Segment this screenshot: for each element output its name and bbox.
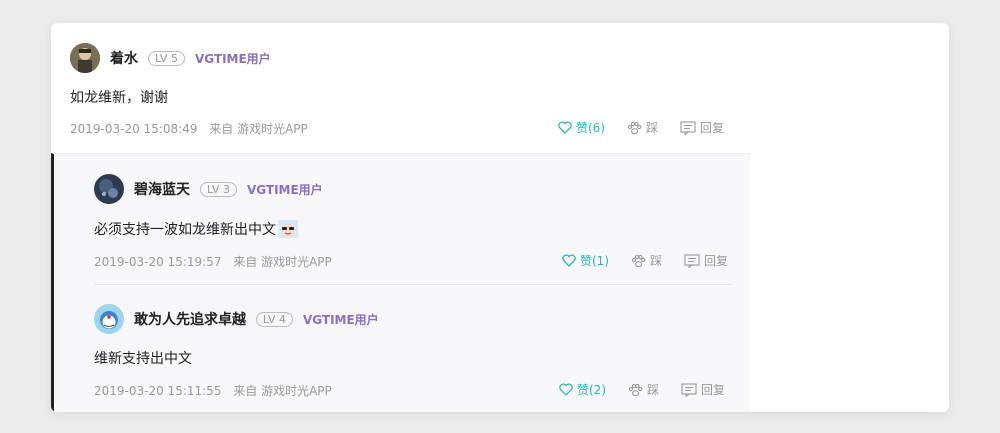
main-comment-user-row: 着水 LV 5 VGTIME用户 xyxy=(70,43,271,73)
dislike-button[interactable]: 踩 xyxy=(627,119,658,136)
comment-meta: 2019-03-20 15:19:57 来自 游戏时光APP xyxy=(94,253,332,270)
source: 来自 游戏时光APP xyxy=(233,255,332,269)
comment-meta: 2019-03-20 15:08:49 来自 游戏时光APP xyxy=(70,120,308,137)
comment-text: 必须支持一波如龙维新出中文 xyxy=(94,222,276,238)
reply-icon xyxy=(684,253,700,268)
comment-meta: 2019-03-20 15:11:55 来自 游戏时光APP xyxy=(94,382,332,399)
avatar[interactable] xyxy=(94,174,124,204)
paw-icon xyxy=(627,121,642,134)
reply-label: 回复 xyxy=(701,383,726,397)
timestamp: 2019-03-20 15:19:57 xyxy=(94,255,222,269)
dislike-label: 踩 xyxy=(650,254,663,268)
user-tag: VGTIME用户 xyxy=(246,182,323,197)
reply-label: 回复 xyxy=(700,121,725,135)
timestamp: 2019-03-20 15:11:55 xyxy=(94,384,222,398)
reply-button[interactable]: 回复 xyxy=(681,381,725,398)
heart-icon xyxy=(558,121,572,134)
like-label: 赞(1) xyxy=(580,254,609,268)
reply-button[interactable]: 回复 xyxy=(684,252,728,269)
reply-user-row: 碧海蓝天 LV 3 VGTIME用户 xyxy=(94,174,323,204)
like-label: 赞(2) xyxy=(577,383,606,397)
reply-thread: 碧海蓝天 LV 3 VGTIME用户 必须支持一波如龙维新出中文 2019-03… xyxy=(51,153,750,412)
comment-actions: 赞(1) 踩 回复 xyxy=(562,252,728,269)
dislike-button[interactable]: 踩 xyxy=(631,252,662,269)
divider xyxy=(94,284,732,285)
avatar-image xyxy=(94,304,124,334)
comment-text: 维新支持出中文 xyxy=(94,351,192,367)
like-button[interactable]: 赞(1) xyxy=(562,252,609,269)
avatar-image xyxy=(70,43,100,73)
timestamp: 2019-03-20 15:08:49 xyxy=(70,122,198,136)
dislike-label: 踩 xyxy=(646,121,659,135)
reply-icon xyxy=(680,120,696,135)
heart-icon xyxy=(559,383,573,396)
paw-icon xyxy=(631,254,646,267)
paw-icon xyxy=(628,383,643,396)
reply-icon xyxy=(681,382,697,397)
source: 来自 游戏时光APP xyxy=(233,384,332,398)
level-badge: LV 5 xyxy=(148,50,185,66)
avatar-image xyxy=(94,174,124,204)
user-tag: VGTIME用户 xyxy=(194,51,271,66)
main-comment: 着水 LV 5 VGTIME用户 如龙维新，谢谢 2019-03-20 15:0… xyxy=(51,23,751,153)
username[interactable]: 碧海蓝天 xyxy=(134,179,190,199)
user-tag: VGTIME用户 xyxy=(302,312,379,327)
username[interactable]: 敢为人先追求卓越 xyxy=(134,309,246,329)
level-badge: LV 4 xyxy=(256,311,293,327)
sunglasses-emoji-icon xyxy=(278,220,298,238)
avatar[interactable] xyxy=(70,43,100,73)
dislike-label: 踩 xyxy=(647,383,660,397)
like-button[interactable]: 赞(2) xyxy=(559,381,606,398)
comment-text: 如龙维新，谢谢 xyxy=(70,90,168,106)
like-button[interactable]: 赞(6) xyxy=(558,119,605,136)
heart-icon xyxy=(562,254,576,267)
comment-text-row: 必须支持一波如龙维新出中文 xyxy=(94,218,298,240)
comment-card: 着水 LV 5 VGTIME用户 如龙维新，谢谢 2019-03-20 15:0… xyxy=(51,23,949,412)
username[interactable]: 着水 xyxy=(110,48,138,68)
reply-button[interactable]: 回复 xyxy=(680,119,724,136)
level-badge: LV 3 xyxy=(200,181,237,197)
comment-actions: 赞(6) 踩 回复 xyxy=(558,119,724,136)
like-label: 赞(6) xyxy=(576,121,605,135)
source: 来自 游戏时光APP xyxy=(209,122,308,136)
dislike-button[interactable]: 踩 xyxy=(628,381,659,398)
reply-label: 回复 xyxy=(704,254,729,268)
reply-user-row: 敢为人先追求卓越 LV 4 VGTIME用户 xyxy=(94,304,379,334)
avatar[interactable] xyxy=(94,304,124,334)
comment-actions: 赞(2) 踩 回复 xyxy=(559,381,725,398)
